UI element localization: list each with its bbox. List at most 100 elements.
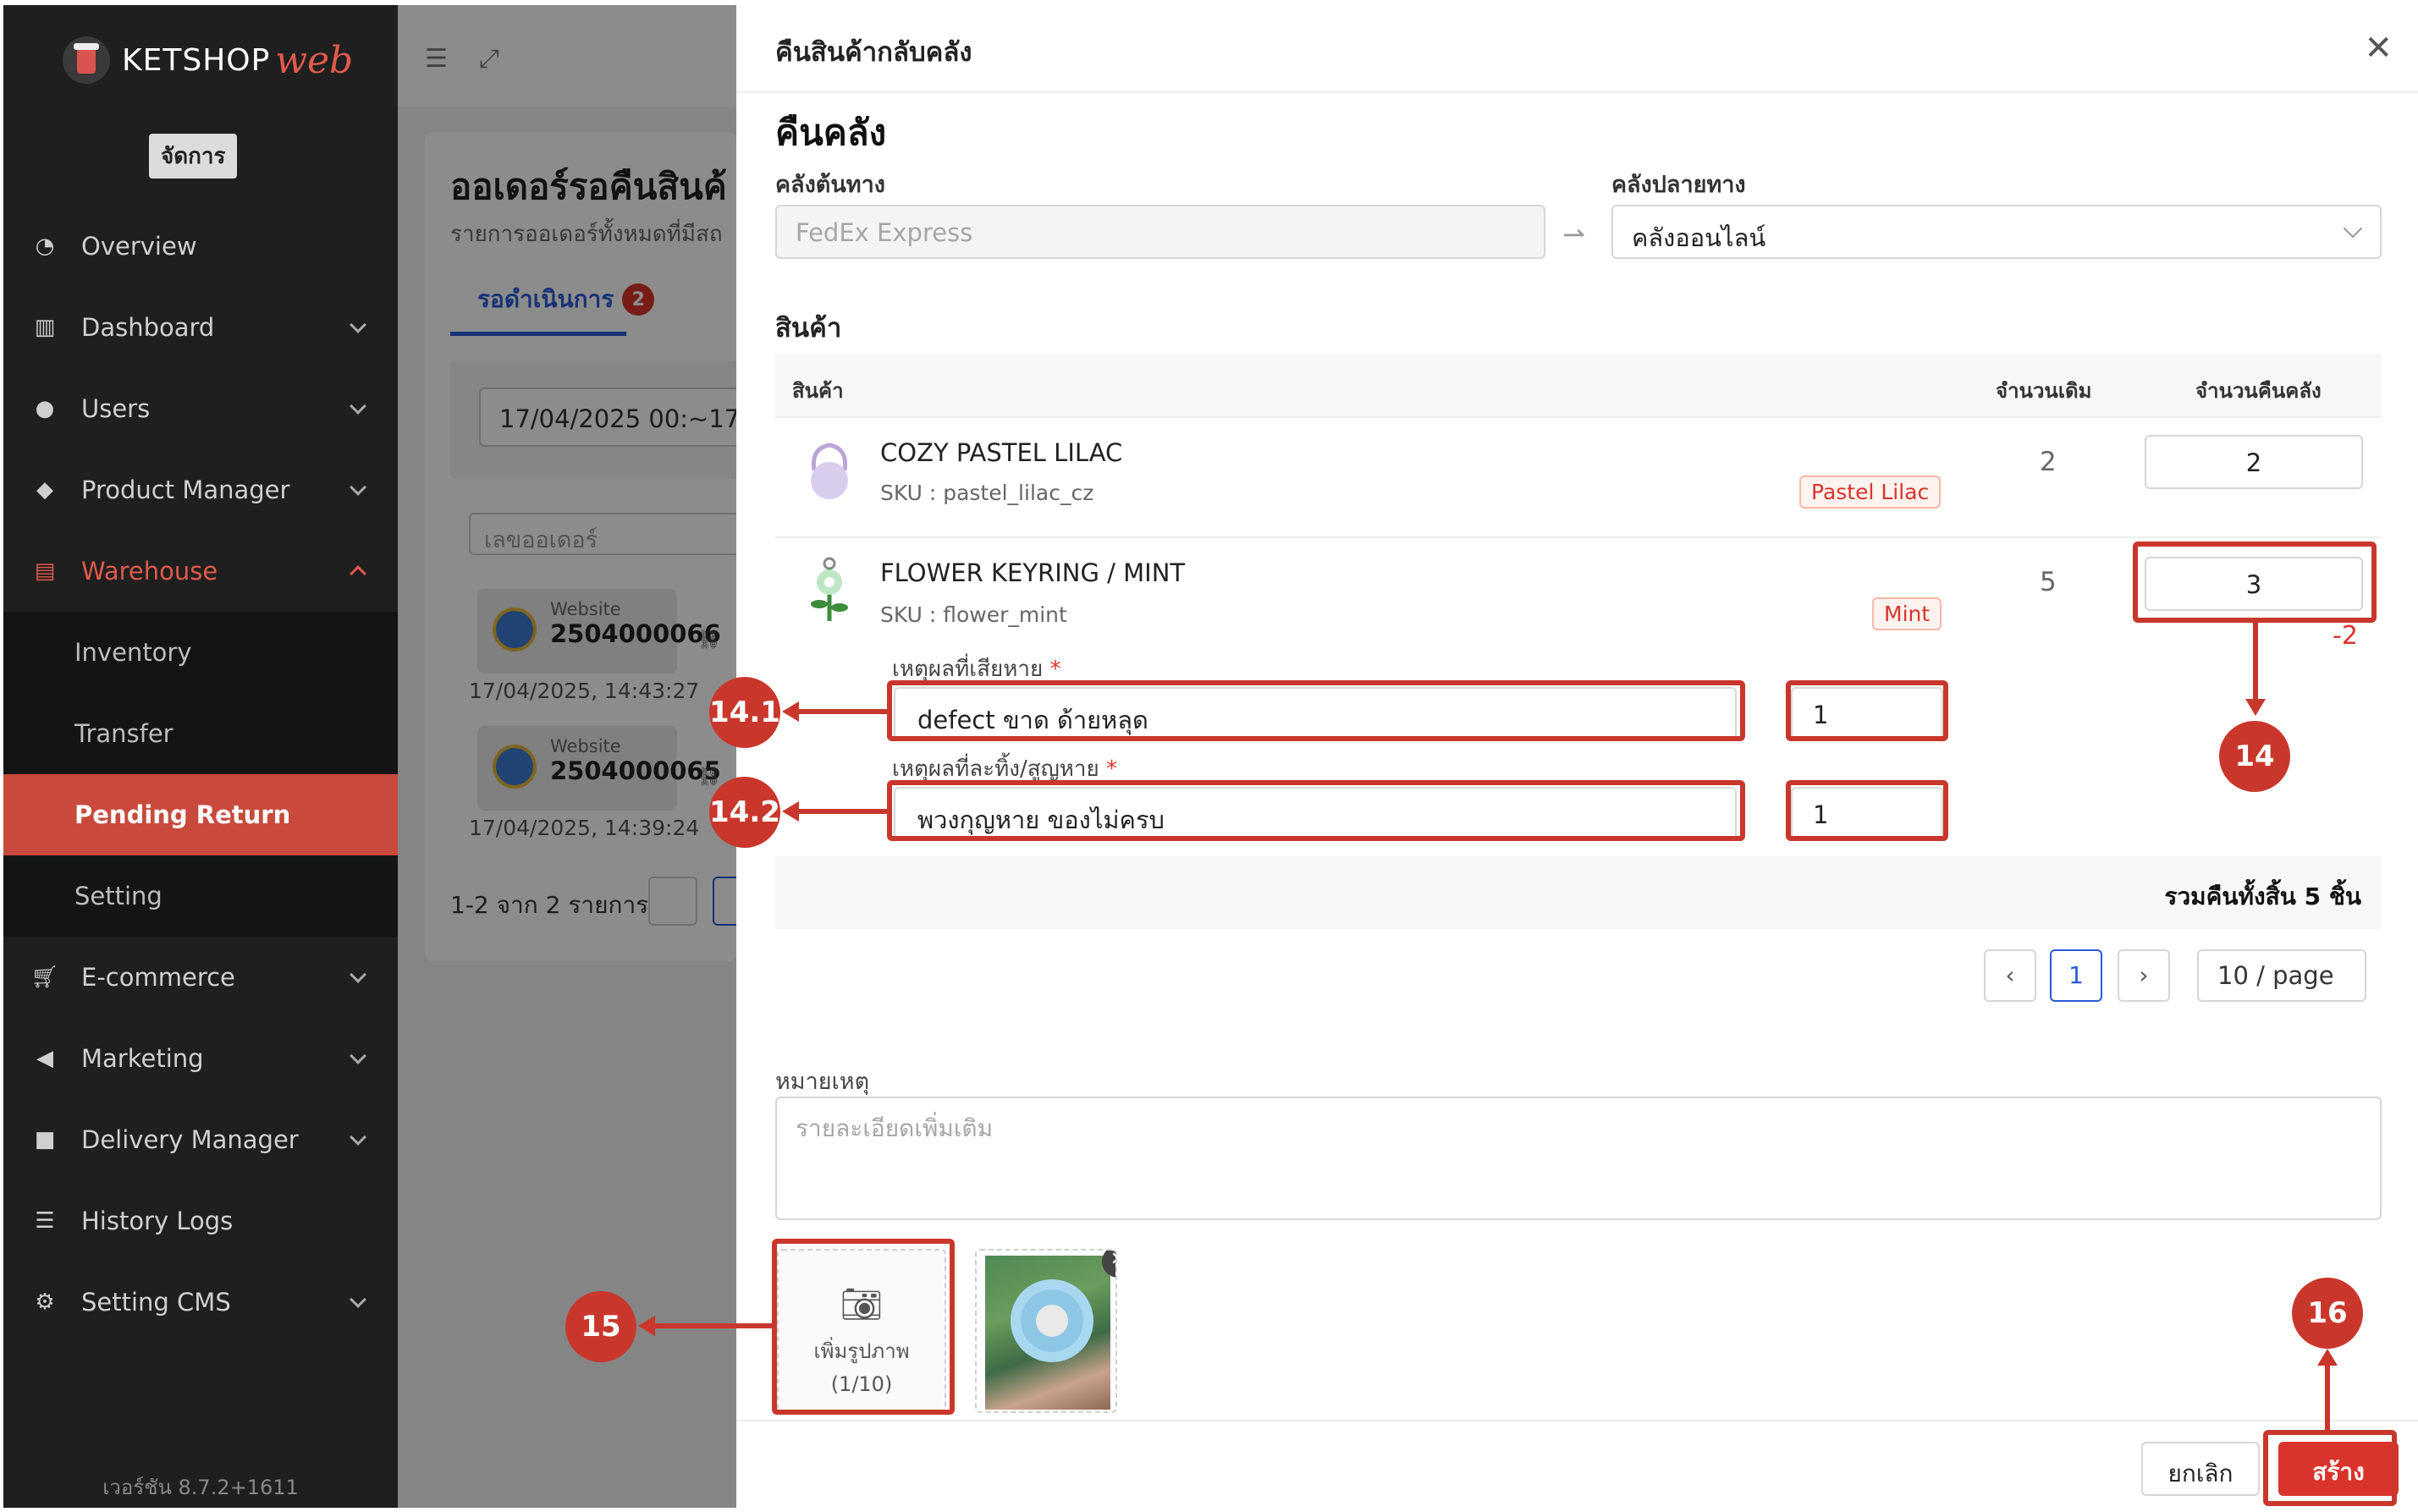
sidebar-item-ecommerce[interactable]: 🛒︎ E-commerce: [3, 937, 398, 1018]
tag-icon: ◆: [36, 477, 53, 503]
sidebar-item-label: Overview: [81, 232, 197, 261]
prev-page-button[interactable]: ‹: [1984, 949, 2036, 1002]
damage-reason-label-text: เหตุผลที่เสียหาย: [892, 657, 1044, 682]
sidebar-item-warehouse[interactable]: ▤ Warehouse: [3, 531, 398, 612]
sidebar-item-label: Product Manager: [81, 476, 290, 504]
sidebar-item-transfer[interactable]: Transfer: [3, 693, 398, 774]
chevron-down-icon: [2343, 218, 2363, 239]
required-mark: *: [1049, 657, 1061, 682]
sidebar-item-marketing[interactable]: ◀ Marketing: [3, 1018, 398, 1099]
chevron-down-icon: [350, 1047, 366, 1064]
arrow-left-icon: [782, 701, 799, 722]
version-label: เวอร์ชัน 8.7.2+1611: [102, 1476, 299, 1499]
sidebar-item-history-logs[interactable]: ☰ History Logs: [3, 1180, 398, 1262]
page-button[interactable]: 1: [2050, 949, 2102, 1002]
sidebar-item-setting-cms[interactable]: ⚙ Setting CMS: [3, 1262, 398, 1343]
note-textarea[interactable]: รายละเอียดเพิ่มเติม: [775, 1097, 2382, 1220]
step-badge-14: 14: [2219, 721, 2290, 792]
sidebar-item-label: Users: [81, 394, 151, 423]
chevron-down-icon: [350, 1129, 366, 1146]
return-drawer: คืนสินค้ากลับคลัง ✕ คืนคลัง คลังต้นทาง F…: [736, 5, 2418, 1508]
users-icon: ●: [35, 396, 55, 421]
sidebar-item-product-manager[interactable]: ◆ Product Manager: [3, 449, 398, 531]
step-badge-14-2: 14.2: [709, 777, 780, 848]
sidebar-item-delivery-manager[interactable]: ■ Delivery Manager: [3, 1099, 398, 1180]
total-summary: รวมคืนทั้งสิ้น 5 ชิ้น: [2164, 882, 2361, 910]
chevron-down-icon: [350, 479, 366, 496]
note-label: หมายเหตุ: [775, 1069, 870, 1095]
sidebar-item-overview[interactable]: ◔ Overview: [3, 206, 398, 287]
page-size-select[interactable]: 10 / page: [2197, 949, 2366, 1002]
step-badge-16: 16: [2292, 1278, 2363, 1349]
variant-tag: Mint: [1872, 597, 1942, 630]
col-orig-qty: จำนวนเดิม: [1996, 379, 2092, 403]
sidebar-item-setting[interactable]: Setting: [3, 855, 398, 937]
col-return-qty: จำนวนคืนคลัง: [2195, 379, 2322, 403]
arrow-left-icon: [638, 1316, 655, 1336]
dest-warehouse-select[interactable]: คลังออนไลน์: [1611, 205, 2382, 259]
next-page-button[interactable]: ›: [2118, 949, 2170, 1002]
arrow-left-icon: [782, 801, 799, 822]
bar-chart-icon: ▥: [34, 315, 56, 340]
dest-warehouse-value: คลังออนไลน์: [1632, 223, 1766, 252]
sidebar-item-label: Setting CMS: [81, 1288, 231, 1317]
pie-chart-icon: ◔: [35, 234, 55, 259]
product-name: COZY PASTEL LILAC: [880, 438, 1123, 467]
sidebar-item-label: Marketing: [81, 1044, 204, 1073]
highlight-upload: [772, 1239, 955, 1415]
product-sku: SKU : pastel_lilac_cz: [880, 481, 1094, 505]
dest-warehouse-label: คลังปลายทาง: [1611, 172, 1746, 198]
lost-reason-label-text: เหตุผลที่ละทิ้ง/สูญหาย: [892, 756, 1099, 782]
drawer-header: คืนสินค้ากลับคลัง ✕: [736, 5, 2418, 93]
col-product: สินค้า: [792, 379, 844, 403]
product-image-keyring: [811, 557, 848, 621]
qty-difference: -2: [2333, 621, 2358, 651]
cancel-button[interactable]: ยกเลิก: [2141, 1442, 2260, 1496]
orig-qty: 5: [2040, 567, 2057, 597]
sidebar: KETSHOP web จัดการ ◔ Overview ▥ Dashboar…: [3, 5, 398, 1508]
chevron-down-icon: [350, 398, 366, 415]
annotation-line: [2253, 623, 2258, 701]
products-table-header: สินค้า จำนวนเดิม จำนวนคืนคลัง: [775, 354, 2382, 418]
orig-qty: 2: [2040, 447, 2057, 477]
uploaded-image-thumbnail[interactable]: ✕: [975, 1249, 1117, 1413]
brand[interactable]: KETSHOP web: [63, 30, 353, 90]
annotation-line: [2325, 1364, 2330, 1430]
sidebar-item-label: Warehouse: [81, 557, 218, 586]
chevron-down-icon: [350, 966, 366, 983]
arrow-right-icon: ⇀: [1562, 218, 1585, 250]
modal-overlay[interactable]: [398, 5, 736, 1508]
warehouse-icon: ▤: [34, 558, 56, 584]
page-size-value: 10 / page: [2217, 961, 2334, 990]
sidebar-item-inventory[interactable]: Inventory: [3, 612, 398, 693]
close-icon[interactable]: ✕: [2364, 29, 2393, 68]
footer-divider: [736, 1420, 2418, 1421]
highlight-return-qty: [2133, 542, 2377, 623]
annotation-line: [653, 1323, 772, 1328]
sidebar-item-dashboard[interactable]: ▥ Dashboard: [3, 287, 398, 368]
cart-icon: 🛒︎: [30, 965, 59, 990]
sidebar-item-users[interactable]: ● Users: [3, 368, 398, 449]
arrow-down-icon: [2245, 699, 2266, 716]
sidebar-item-label: E-commerce: [81, 963, 235, 992]
brand-suffix: web: [275, 38, 354, 82]
arrow-up-icon: [2317, 1349, 2338, 1366]
return-qty-input[interactable]: 2: [2145, 435, 2363, 489]
total-bar: รวมคืนทั้งสิ้น 5 ชิ้น: [775, 856, 2382, 929]
truck-icon: ■: [34, 1127, 56, 1152]
brand-name: KETSHOP: [122, 42, 271, 78]
annotation-line: [797, 809, 887, 814]
sidebar-item-label: Dashboard: [81, 313, 215, 342]
warehouse-submenu: Inventory Transfer Pending Return Settin…: [3, 612, 398, 937]
source-warehouse-field: FedEx Express: [775, 205, 1545, 259]
sidebar-item-pending-return[interactable]: Pending Return: [3, 774, 398, 855]
step-badge-15: 15: [565, 1291, 636, 1362]
highlight-lost-qty: [1786, 780, 1948, 841]
variant-tag: Pastel Lilac: [1799, 476, 1942, 509]
chevron-up-icon: [350, 565, 366, 582]
drawer-title: คืนสินค้ากลับคลัง: [775, 37, 972, 68]
highlight-damage-qty: [1786, 680, 1948, 741]
highlight-damage-reason: [887, 680, 1745, 741]
highlight-lost-reason: [887, 780, 1745, 841]
product-image-bag: [811, 443, 848, 499]
